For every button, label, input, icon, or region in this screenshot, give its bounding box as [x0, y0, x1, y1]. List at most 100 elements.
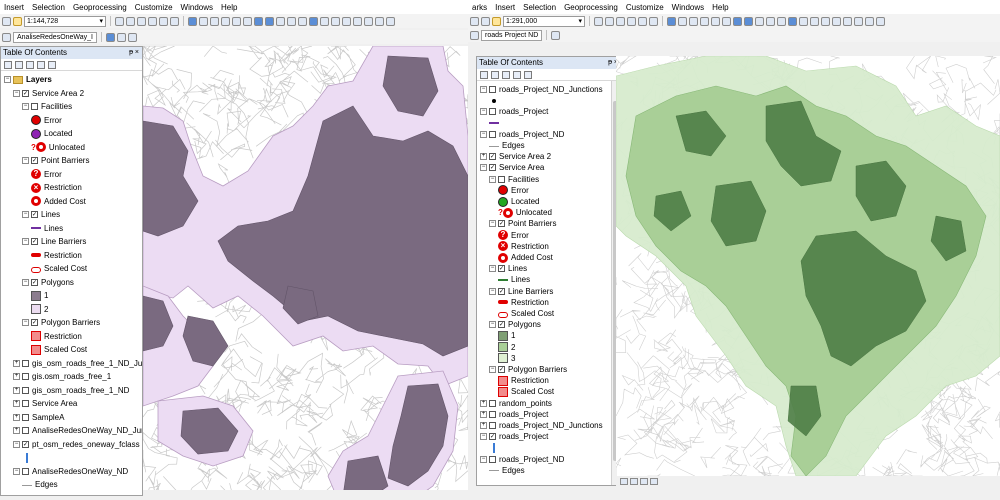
legend-entry-2[interactable]: 2	[498, 342, 515, 353]
collapse-icon[interactable]: −	[480, 108, 487, 116]
full-extent-icon[interactable]	[700, 16, 709, 26]
toc-layer-random-points[interactable]: + random_points	[480, 398, 552, 409]
legend-entry-error[interactable]: Error	[498, 185, 529, 196]
html-popup-icon[interactable]	[810, 16, 819, 26]
forward-icon[interactable]	[744, 16, 753, 26]
toc-layer-facilities[interactable]: − Facilities	[489, 174, 539, 185]
full-extent-icon[interactable]	[221, 16, 230, 26]
expand-icon[interactable]: +	[480, 410, 487, 418]
legend-entry-edges[interactable]: Edges	[489, 140, 525, 151]
menu-item-geoprocessing[interactable]: Geoprocessing	[69, 3, 131, 12]
collapse-icon[interactable]: −	[22, 238, 29, 245]
toc-layer-line-barriers[interactable]: − ✓ Line Barriers	[489, 286, 553, 297]
identify-icon[interactable]	[309, 16, 318, 26]
layer-visibility-checkbox[interactable]: ✓	[498, 287, 505, 295]
expand-icon[interactable]: +	[480, 153, 487, 161]
collapse-icon[interactable]: −	[480, 86, 487, 93]
fixed-zoom-in-icon[interactable]	[711, 16, 720, 26]
toc-layer-service-area-2[interactable]: + ✓ Service Area 2	[480, 151, 551, 162]
forward-icon[interactable]	[265, 16, 274, 26]
find-icon[interactable]	[353, 16, 362, 26]
pan-icon[interactable]	[689, 16, 698, 26]
toc-layer-roads-project[interactable]: − roads_Project	[480, 106, 548, 117]
layer-visibility-checkbox[interactable]: ✓	[498, 366, 505, 373]
toc-layer-roads-project-nd[interactable]: − roads_Project_ND	[480, 129, 564, 140]
pause-drawing-icon[interactable]	[650, 477, 658, 485]
legend-entry-scaled-cost[interactable]: Scaled Cost	[498, 386, 554, 397]
hyperlink-icon[interactable]	[320, 16, 329, 26]
list-by-selection-icon[interactable]	[37, 60, 45, 69]
collapse-icon[interactable]: −	[22, 278, 29, 286]
menu-item-arks[interactable]: arks	[468, 3, 491, 12]
layer-visibility-checkbox[interactable]: ✓	[498, 321, 505, 329]
legend-entry-scaled-cost[interactable]: Scaled Cost	[31, 344, 87, 355]
legend-entry-restriction[interactable]: Restriction	[498, 375, 549, 386]
collapse-icon[interactable]: −	[480, 130, 487, 138]
layer-visibility-checkbox[interactable]: ✓	[31, 278, 38, 286]
network-analyst-icon[interactable]	[106, 32, 116, 42]
menu-item-insert[interactable]: Insert	[0, 3, 28, 12]
layer-visibility-checkbox[interactable]	[22, 386, 29, 394]
toc-layer-point-barriers[interactable]: − ✓ Point Barriers	[489, 218, 556, 229]
legend-entry-3[interactable]: 3	[498, 353, 515, 364]
expand-icon[interactable]: +	[13, 400, 20, 407]
layer-visibility-checkbox[interactable]: ✓	[31, 157, 38, 164]
toc-layer-analiseredesoneway-nd-junct[interactable]: + AnaliseRedesOneWay_ND_Junct	[13, 425, 142, 436]
layer-visibility-checkbox[interactable]: ✓	[489, 164, 496, 172]
layer-visibility-checkbox[interactable]: ✓	[489, 153, 496, 161]
redo-icon[interactable]	[2, 16, 11, 26]
legend-entry-restriction[interactable]: × Restriction	[31, 182, 82, 193]
collapse-icon[interactable]: −	[4, 76, 11, 83]
legend-entry-located[interactable]: Located	[498, 196, 539, 207]
select-features-icon[interactable]	[755, 16, 764, 26]
collapse-icon[interactable]: −	[13, 467, 20, 475]
refresh-icon[interactable]	[640, 477, 648, 485]
toc-layer-facilities[interactable]: − Facilities	[22, 101, 72, 112]
measure-icon[interactable]	[821, 16, 830, 26]
legend-entry-error[interactable]: ? Error	[31, 169, 62, 180]
expand-icon[interactable]: +	[13, 427, 20, 434]
legend-entry-2[interactable]: 2	[31, 304, 48, 315]
clear-selection-icon[interactable]	[766, 16, 775, 26]
layer-visibility-checkbox[interactable]	[22, 400, 29, 407]
menu-item-insert[interactable]: Insert	[491, 3, 519, 12]
search-window-icon[interactable]	[148, 16, 157, 26]
zoom-out-icon[interactable]	[678, 16, 687, 26]
legend-entry-restriction[interactable]: Restriction	[498, 297, 549, 308]
legend-entry-restriction[interactable]: Restriction	[31, 250, 82, 261]
layer-visibility-checkbox[interactable]: ✓	[22, 89, 29, 97]
toc-options-icon[interactable]	[48, 60, 56, 69]
hyperlink-icon[interactable]	[799, 16, 808, 26]
layer-visibility-checkbox[interactable]	[22, 359, 29, 367]
fixed-zoom-out-icon[interactable]	[722, 16, 731, 26]
collapse-icon[interactable]: −	[22, 157, 29, 164]
new-service-area-icon[interactable]	[551, 30, 561, 40]
toc-layer-lines[interactable]: − ✓ Lines	[489, 263, 527, 274]
expand-icon[interactable]: +	[480, 422, 487, 429]
list-by-selection-icon[interactable]	[513, 70, 521, 79]
undo-icon[interactable]	[470, 16, 479, 26]
legend-entry-error[interactable]: ? Error	[498, 230, 529, 241]
list-by-visibility-icon[interactable]	[502, 70, 510, 79]
html-popup-icon[interactable]	[331, 16, 340, 26]
layer-visibility-checkbox[interactable]	[489, 410, 496, 418]
layer-visibility-checkbox[interactable]	[489, 86, 496, 93]
menu-item-windows[interactable]: Windows	[177, 3, 217, 12]
find-route-icon[interactable]	[364, 16, 373, 26]
legend-entry-added-cost[interactable]: Added Cost	[31, 196, 86, 207]
legend-entry-error[interactable]: Error	[31, 115, 62, 126]
network-analyst-icon[interactable]	[470, 30, 479, 40]
network-window-icon[interactable]	[128, 32, 138, 42]
right-network-dataset-select[interactable]: roads Project ND	[481, 29, 543, 41]
left-map-view[interactable]	[143, 46, 468, 500]
right-map-scale-select[interactable]: 1:291,000	[503, 15, 585, 27]
legend-entry-1[interactable]: 1	[498, 330, 515, 341]
zoom-out-icon[interactable]	[199, 16, 208, 26]
list-by-drawing-order-icon[interactable]	[4, 60, 12, 69]
list-by-drawing-order-icon[interactable]	[480, 70, 488, 79]
arctoolbox-icon[interactable]	[638, 16, 647, 26]
editor-icon[interactable]	[115, 16, 124, 26]
legend-entry-scaled-cost[interactable]: Scaled Cost	[498, 308, 554, 319]
toc-layer-service-area-2[interactable]: − ✓ Service Area 2	[13, 88, 84, 99]
collapse-icon[interactable]: −	[489, 321, 496, 329]
